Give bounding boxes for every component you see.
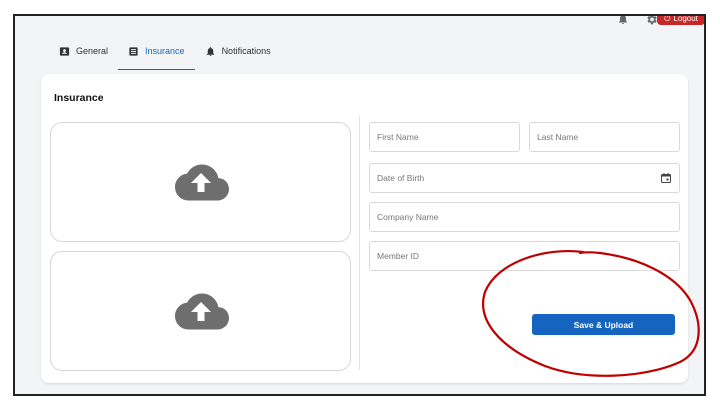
company-name-input[interactable] xyxy=(370,203,679,231)
tab-label: Notifications xyxy=(221,46,271,56)
tab-general[interactable]: General xyxy=(49,36,118,66)
member-id-field[interactable] xyxy=(369,241,680,271)
tab-insurance[interactable]: Insurance xyxy=(118,36,195,70)
card-title: Insurance xyxy=(54,92,104,104)
tab-label: General xyxy=(76,46,109,56)
bell-icon xyxy=(206,46,214,56)
first-name-input[interactable] xyxy=(370,123,519,151)
document-list-icon xyxy=(129,46,138,56)
upload-front-dropzone[interactable] xyxy=(50,122,351,242)
app-frame: ⏻ Logout General Insurance Notifications… xyxy=(13,14,706,396)
logout-label: Logout xyxy=(673,14,698,23)
company-name-field[interactable] xyxy=(369,202,680,232)
column-divider xyxy=(359,116,360,370)
first-name-field[interactable] xyxy=(369,122,520,152)
tab-bar: General Insurance Notifications xyxy=(49,36,281,70)
save-upload-button[interactable]: Save & Upload xyxy=(532,314,675,335)
member-id-input[interactable] xyxy=(370,242,679,270)
cloud-upload-icon xyxy=(174,293,229,330)
calendar-icon[interactable] xyxy=(660,172,672,184)
last-name-input[interactable] xyxy=(530,123,679,151)
date-of-birth-input[interactable] xyxy=(370,164,679,192)
upload-back-dropzone[interactable] xyxy=(50,251,351,371)
cloud-upload-icon xyxy=(174,164,229,201)
logout-button[interactable]: ⏻ Logout xyxy=(657,14,704,25)
bell-icon[interactable] xyxy=(617,14,629,25)
power-icon: ⏻ xyxy=(664,14,671,23)
insurance-card: Insurance First Name Last Name Date of B… xyxy=(41,74,688,383)
tab-label: Insurance xyxy=(145,46,185,56)
id-card-icon xyxy=(59,46,70,56)
last-name-field[interactable] xyxy=(529,122,680,152)
tab-notifications[interactable]: Notifications xyxy=(195,36,281,66)
date-of-birth-field[interactable] xyxy=(369,163,680,193)
